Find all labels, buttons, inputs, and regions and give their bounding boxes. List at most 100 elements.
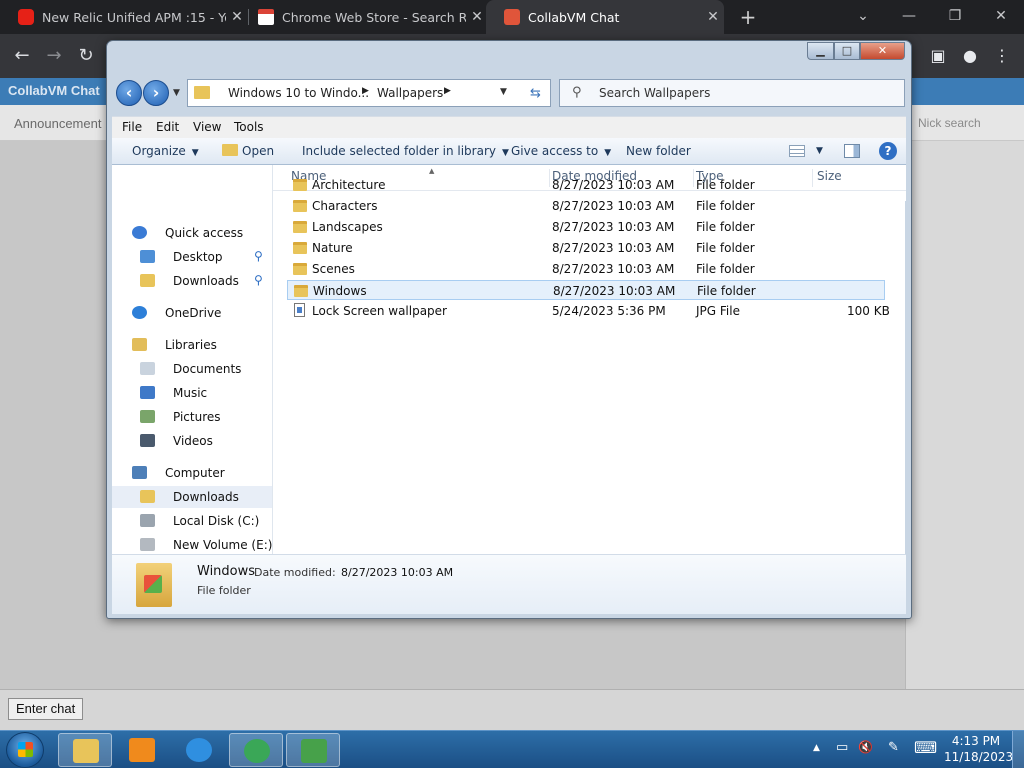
new-tab-button[interactable]: + (736, 5, 760, 29)
nav-item-quick-access[interactable]: Quick access (112, 222, 272, 244)
nav-item-local-disk-c[interactable]: Local Disk (C:) (112, 510, 272, 532)
explorer-close-button[interactable]: ✕ (860, 42, 905, 60)
extension-icon[interactable]: ▣ (926, 44, 950, 68)
restore-button[interactable]: ❐ (932, 0, 978, 34)
cell-date: 8/27/2023 10:03 AM (552, 220, 675, 234)
user-list (905, 141, 1024, 689)
clock[interactable]: 4:13 PM 11/18/2023 (944, 733, 1013, 765)
explorer-minimize-button[interactable]: ▁ (807, 42, 834, 60)
close-window-button[interactable]: ✕ (978, 0, 1024, 34)
view-options-dropdown-icon[interactable]: ▼ (816, 146, 823, 156)
enter-chat-button[interactable]: Enter chat (8, 698, 84, 720)
breadcrumb-separator-icon[interactable]: ▶ (444, 86, 451, 96)
explorer-window: ▁ □ ✕ ‹ › ▼ Windows 10 to Windo... ▶ Wal… (106, 40, 912, 619)
collabvm-brand[interactable]: CollabVM Chat (8, 83, 100, 98)
reload-button[interactable]: ↻ (73, 43, 99, 69)
open-folder-icon (222, 144, 238, 156)
nick-search-input[interactable]: Nick search (918, 116, 981, 130)
drive-icon (140, 514, 155, 527)
computer-icon (132, 466, 147, 479)
cell-name: Windows (313, 284, 367, 298)
table-row[interactable]: Lock Screen wallpaper 5/24/2023 5:36 PM JP… (287, 301, 890, 321)
show-desktop-button[interactable] (1012, 731, 1024, 768)
pin-icon: ⚲ (254, 273, 263, 287)
cell-name: Characters (312, 199, 378, 213)
breadcrumb-current[interactable]: Wallpapers (377, 86, 443, 100)
tab-chrome-web-store[interactable]: Chrome Web Store - Search Res ✕ (240, 0, 488, 34)
announcements-link[interactable]: Announcement (14, 116, 101, 131)
pin-icon: ⚲ (254, 249, 263, 263)
history-dropdown-icon[interactable]: ▼ (173, 88, 180, 98)
menu-edit[interactable]: Edit (156, 120, 179, 134)
chrome-menu-icon[interactable]: ⋮ (990, 44, 1014, 68)
keyboard-icon[interactable]: ⌨ (914, 738, 937, 757)
explorer-forward-button[interactable]: › (143, 80, 169, 106)
volume-muted-icon[interactable]: 🔇 (858, 740, 873, 754)
open-button[interactable]: Open (222, 144, 274, 158)
breadcrumb-parent[interactable]: Windows 10 to Windo... (228, 86, 369, 100)
nav-item-new-volume-e[interactable]: New Volume (E:) (112, 534, 272, 556)
nav-item-music[interactable]: Music (112, 382, 272, 404)
nav-item-documents[interactable]: Documents (112, 358, 272, 380)
menu-file[interactable]: File (122, 120, 142, 134)
menu-tools[interactable]: Tools (234, 120, 264, 134)
table-row[interactable]: Scenes 8/27/2023 10:03 AM File folder (287, 259, 885, 279)
nav-item-videos[interactable]: Videos (112, 430, 272, 452)
taskbar-chrome-button[interactable] (229, 733, 283, 767)
start-button[interactable] (6, 732, 44, 768)
search-input[interactable]: ⚲ Search Wallpapers (559, 79, 905, 107)
cell-date: 5/24/2023 5:36 PM (552, 304, 666, 318)
preview-pane-icon[interactable] (844, 144, 860, 158)
taskbar-explorer-button[interactable] (58, 733, 112, 767)
tab-search-icon[interactable]: ⌄ (840, 0, 886, 34)
nav-item-downloads[interactable]: Downloads ⚲ (112, 270, 272, 292)
chrome-icon (244, 739, 270, 763)
tray-overflow-icon[interactable]: ▲ (813, 743, 820, 753)
close-tab-icon[interactable]: ✕ (466, 9, 488, 25)
explorer-back-button[interactable]: ‹ (116, 80, 142, 106)
nav-item-onedrive[interactable]: OneDrive (112, 302, 272, 324)
menu-view[interactable]: View (193, 120, 221, 134)
nav-item-libraries[interactable]: Libraries (112, 334, 272, 356)
help-icon[interactable]: ? (879, 142, 897, 160)
change-view-icon[interactable] (789, 145, 805, 157)
nav-item-desktop[interactable]: Desktop ⚲ (112, 246, 272, 268)
include-in-library-button[interactable]: Include selected folder in library ▼ (302, 144, 509, 158)
refresh-icon[interactable]: ⇆ (530, 86, 541, 101)
organize-button[interactable]: Organize ▼ (132, 144, 199, 158)
nav-item-downloads[interactable]: Downloads (112, 486, 272, 508)
close-tab-icon[interactable]: ✕ (702, 9, 724, 25)
pen-icon[interactable]: ✎ (888, 740, 899, 755)
tab-collabvm-chat[interactable]: CollabVM Chat ✕ (486, 0, 724, 34)
taskbar-idm-button[interactable] (286, 733, 340, 767)
forward-button[interactable]: → (41, 43, 67, 69)
new-folder-button[interactable]: New folder (626, 144, 691, 158)
taskbar-media-button[interactable] (115, 733, 169, 767)
address-bar[interactable]: Windows 10 to Windo... ▶ Wallpapers ▶ ▼ … (187, 79, 551, 107)
network-icon[interactable]: ▭ (836, 740, 848, 755)
cell-name: Architecture (312, 178, 386, 192)
tab-new-relic[interactable]: New Relic Unified APM :15 - You ✕ (0, 0, 248, 34)
table-row[interactable]: Landscapes 8/27/2023 10:03 AM File folder (287, 217, 885, 237)
give-access-button[interactable]: Give access to ▼ (511, 144, 611, 158)
nav-item-label: Downloads (173, 274, 239, 288)
breadcrumb-separator-icon[interactable]: ▶ (362, 86, 369, 96)
address-dropdown-icon[interactable]: ▼ (500, 87, 507, 97)
table-row[interactable]: Windows 8/27/2023 10:03 AM File folder (287, 280, 885, 300)
scrollbar[interactable] (905, 201, 911, 554)
pictures-icon (140, 410, 155, 423)
search-icon: ⚲ (572, 85, 582, 100)
table-row[interactable]: Nature 8/27/2023 10:03 AM File folder (287, 238, 885, 258)
profile-icon[interactable]: ● (958, 44, 982, 68)
nav-item-pictures[interactable]: Pictures (112, 406, 272, 428)
taskbar-ie-button[interactable] (172, 733, 226, 767)
nav-item-computer[interactable]: Computer (112, 462, 272, 484)
nav-item-label: New Volume (E:) (173, 538, 273, 552)
back-button[interactable]: ← (9, 43, 35, 69)
nav-item-label: Documents (173, 362, 242, 376)
explorer-maximize-button[interactable]: □ (834, 42, 860, 60)
table-row[interactable]: Architecture 8/27/2023 10:03 AM File folde… (287, 175, 885, 195)
minimize-button[interactable]: — (886, 0, 932, 34)
table-row[interactable]: Characters 8/27/2023 10:03 AM File folder (287, 196, 885, 216)
chevron-down-icon: ▼ (604, 148, 612, 158)
